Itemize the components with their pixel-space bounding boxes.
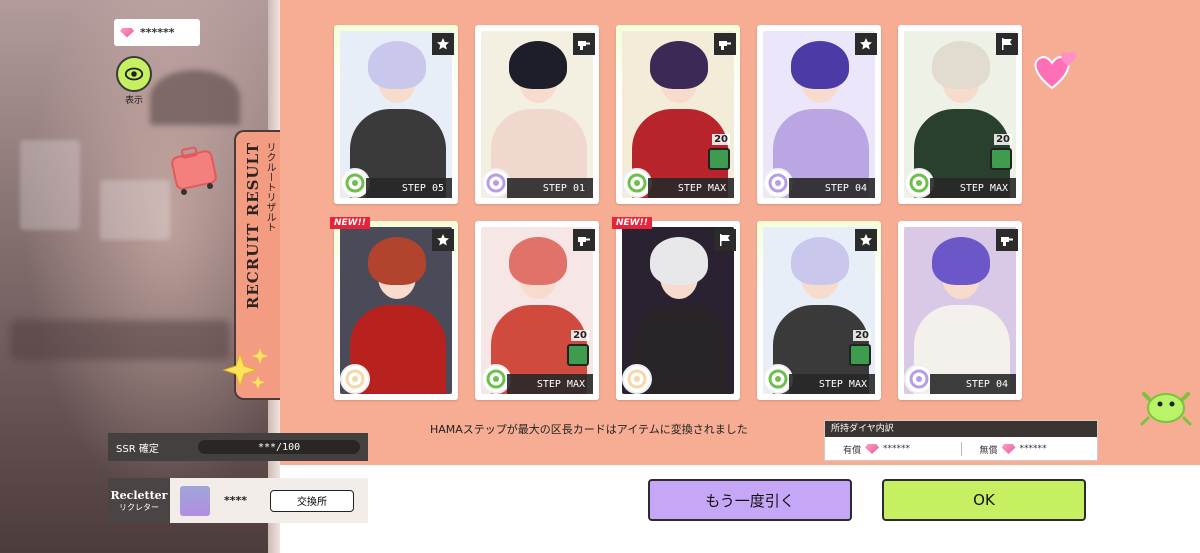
diamond-breakdown: 所持ダイヤ内訳 有償 ****** 無償 ****** xyxy=(824,420,1098,461)
item-count: 20 xyxy=(567,330,589,366)
item-icon xyxy=(990,148,1012,170)
item-icon xyxy=(567,344,589,366)
step-label: STEP MAX xyxy=(789,374,875,394)
card-type-badge xyxy=(573,229,595,251)
item-icon xyxy=(708,148,730,170)
flag-icon xyxy=(1002,38,1012,50)
card-type-badge xyxy=(432,229,454,251)
step-label: STEP 05 xyxy=(366,178,452,198)
step-label: STEP MAX xyxy=(648,178,734,198)
star-icon xyxy=(437,234,449,246)
crab-sticker xyxy=(1140,392,1192,426)
result-card[interactable]: STEP 04 xyxy=(757,25,881,204)
diamond-balance-value: ****** xyxy=(140,26,175,39)
ssr-progress-value: ***/100 xyxy=(258,441,301,453)
ssr-label: SSR 確定 xyxy=(116,443,159,455)
suitcase-sticker xyxy=(171,146,217,195)
result-card[interactable]: NEW!! xyxy=(612,217,740,400)
step-label: STEP 01 xyxy=(507,178,593,198)
result-card[interactable]: STEP MAX 20 xyxy=(898,25,1022,204)
item-count: 20 xyxy=(849,330,871,366)
card-type-badge xyxy=(996,229,1018,251)
show-toggle-button[interactable] xyxy=(116,56,152,92)
letter-envelope-icon xyxy=(180,485,210,516)
drill-icon xyxy=(1001,237,1013,246)
recletter-logo-jp: リクレター xyxy=(119,502,159,512)
item-count: 20 xyxy=(708,134,730,170)
recletter-count: **** xyxy=(224,494,248,507)
free-value: ****** xyxy=(1019,444,1047,454)
star-icon xyxy=(437,38,449,50)
exchange-button[interactable]: 交換所 xyxy=(270,489,354,512)
diamond-icon xyxy=(865,444,879,454)
diamond-icon xyxy=(1002,444,1016,454)
result-card[interactable]: STEP MAX 20 xyxy=(757,221,881,400)
step-label: STEP MAX xyxy=(930,178,1016,198)
item-count-value: 20 xyxy=(853,330,871,341)
step-label: STEP 04 xyxy=(789,178,875,198)
recletter-logo-en: Recletter xyxy=(110,488,168,502)
item-count-value: 20 xyxy=(571,330,589,341)
card-type-badge xyxy=(996,33,1018,55)
eye-icon xyxy=(124,67,144,81)
ssr-progress-bar: ***/100 xyxy=(198,440,360,454)
card-type-badge xyxy=(573,33,595,55)
drill-icon xyxy=(719,41,731,50)
flag-icon xyxy=(720,234,730,246)
card-type-badge xyxy=(432,33,454,55)
star-icon xyxy=(860,234,872,246)
card-type-badge xyxy=(855,229,877,251)
result-card[interactable]: STEP MAX 20 xyxy=(616,25,740,204)
card-type-badge xyxy=(855,33,877,55)
card-type-badge xyxy=(714,229,736,251)
drill-icon xyxy=(578,41,590,50)
drill-icon xyxy=(578,237,590,246)
paid-value: ****** xyxy=(883,444,911,454)
result-card[interactable]: STEP 04 xyxy=(898,221,1022,400)
sparkle-sticker xyxy=(222,348,268,389)
show-toggle-label: 表示 xyxy=(124,96,143,106)
new-badge: NEW!! xyxy=(612,217,652,229)
ok-button[interactable]: OK xyxy=(882,479,1086,521)
lamp-decoration xyxy=(150,70,240,125)
shelf-decoration xyxy=(100,180,170,240)
table-decoration xyxy=(10,320,230,360)
shelf-decoration xyxy=(20,140,80,230)
result-card[interactable]: STEP MAX 20 xyxy=(475,221,599,400)
recletter-panel: Recletter リクレター **** 交換所 xyxy=(108,478,368,523)
paid-label: 有償 xyxy=(843,445,862,456)
new-badge: NEW!! xyxy=(330,217,370,229)
item-count: 20 xyxy=(990,134,1012,170)
attribute-icon xyxy=(340,364,370,394)
hearts-sticker xyxy=(1034,51,1076,90)
item-count-value: 20 xyxy=(712,134,730,145)
result-card[interactable]: STEP 05 xyxy=(334,25,458,204)
star-icon xyxy=(860,38,872,50)
item-icon xyxy=(849,344,871,366)
card-type-badge xyxy=(714,33,736,55)
free-label: 無償 xyxy=(979,445,998,456)
step-label: STEP MAX xyxy=(507,374,593,394)
conversion-notice: HAMAステップが最大の区長カードはアイテムに変換されました xyxy=(430,423,748,436)
item-count-value: 20 xyxy=(994,134,1012,145)
ssr-guarantee-meter: SSR 確定 ***/100 xyxy=(108,433,368,461)
recletter-logo: Recletter リクレター xyxy=(108,478,170,523)
recruit-result-title: RECRUIT RESULT xyxy=(244,142,262,310)
result-card[interactable]: STEP 01 xyxy=(475,25,599,204)
diamond-icon xyxy=(120,28,134,38)
diamond-balance: ****** xyxy=(114,19,200,46)
attribute-icon xyxy=(622,364,652,394)
step-label: STEP 04 xyxy=(930,374,1016,394)
diamond-breakdown-title: 所持ダイヤ内訳 xyxy=(825,421,1097,437)
recruit-again-button[interactable]: もう一度引く xyxy=(648,479,852,521)
result-card[interactable]: NEW!! xyxy=(330,217,458,400)
recruit-result-subtitle: リクルートリザルト xyxy=(264,142,275,232)
